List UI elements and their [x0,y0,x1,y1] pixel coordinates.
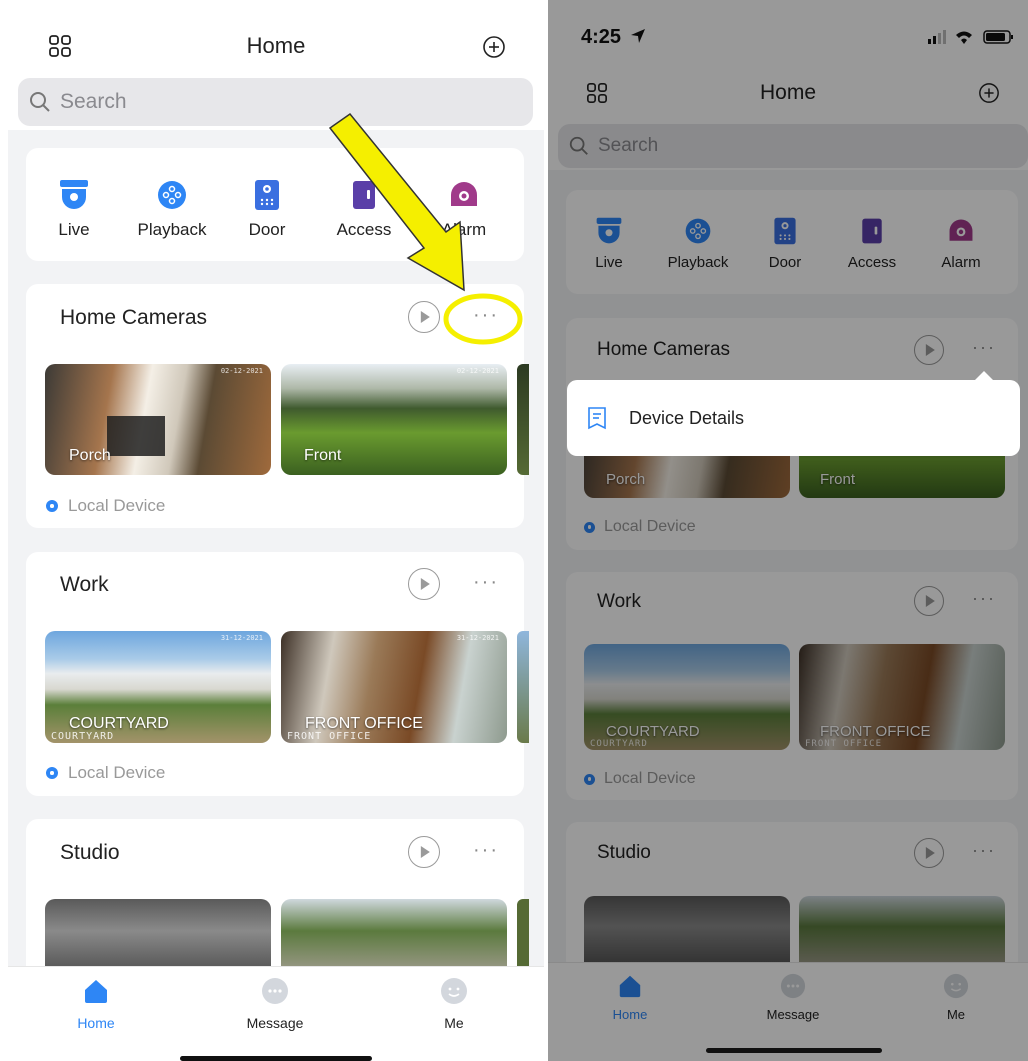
camera-thumbnail-courtyard[interactable]: 31-12-2021 COURTYARD COURTYARD [45,631,271,743]
camera-thumbnail-partial[interactable] [517,631,529,743]
device-source-row: Local Device [46,496,165,516]
profile-icon [441,978,467,1004]
highlight-ellipse [443,293,523,345]
more-options-button[interactable]: ··· [466,571,506,594]
tab-message[interactable]: Message [230,977,320,1031]
camera-overlay-text: FRONT OFFICE [287,731,372,742]
tab-bar: Home Message Me [8,966,544,1061]
group-card-work: Work ··· 31-12-2021 COURTYARD COURTYARD … [26,552,529,796]
device-source-row: Local Device [46,763,165,783]
annotation-overlay [328,112,523,345]
device-source-label: Local Device [68,496,166,515]
device-details-menu-item[interactable]: Device Details [567,380,1020,456]
more-options-button[interactable]: ··· [466,839,506,862]
group-title: Studio [60,841,120,864]
home-icon [85,980,107,1003]
group-title: Work [60,573,109,596]
camera-thumbnail-front-office[interactable]: 31-12-2021 FRONT OFFICE FRONT OFFICE [281,631,507,743]
tab-home[interactable]: Home [56,977,136,1031]
local-device-icon [46,500,58,512]
modal-backdrop[interactable] [548,0,1028,1061]
tab-label: Message [246,1015,304,1031]
home-indicator [706,1048,882,1053]
group-card-studio: Studio ··· [26,819,529,979]
tab-label: Me [444,1015,464,1031]
play-all-button[interactable] [408,836,440,868]
right-phone-screen: 4:25 Home Search Live Playback Door Acce… [548,0,1028,1061]
device-source-label: Local Device [68,763,166,782]
camera-label: Porch [69,447,111,464]
tab-me[interactable]: Me [414,977,494,1031]
yellow-arrow-icon [328,112,465,292]
menu-item-label: Device Details [629,407,745,428]
camera-label: Front [304,447,342,464]
home-indicator [180,1056,372,1061]
camera-overlay-text: COURTYARD [51,731,115,742]
document-icon [588,407,606,430]
tab-label: Home [77,1015,115,1031]
comparison-screenshot: Home Search Live Playback Door Access Al… [0,0,1028,1061]
play-all-button[interactable] [408,568,440,600]
local-device-icon [46,767,58,779]
message-icon [262,978,288,1004]
left-phone-screen: Home Search Live Playback Door Access Al… [8,0,544,1061]
